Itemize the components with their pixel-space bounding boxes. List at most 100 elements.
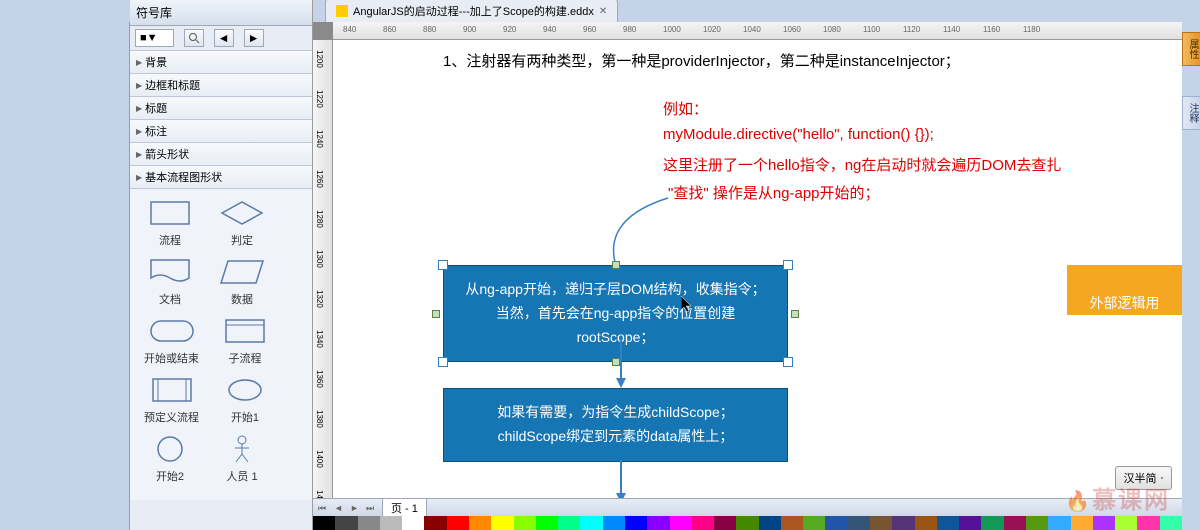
connection-handle[interactable] — [791, 310, 799, 318]
section-annotation[interactable]: ▶标注 — [130, 120, 312, 143]
connection-handle[interactable] — [612, 358, 620, 366]
color-swatch[interactable] — [1137, 516, 1159, 530]
section-background[interactable]: ▶背景 — [130, 51, 312, 74]
shape-person1[interactable]: 人员 1 — [216, 433, 268, 484]
example-note[interactable]: "查找" 操作是从ng-app开始的； — [668, 182, 880, 203]
arrow-right-button[interactable]: ► — [244, 29, 264, 47]
color-swatch[interactable] — [1093, 516, 1115, 530]
box2-line2: childScope绑定到元素的data属性上； — [464, 425, 767, 449]
color-swatch[interactable] — [424, 516, 446, 530]
search-shapes-button[interactable] — [184, 29, 204, 47]
section-basic-flowchart[interactable]: ▶基本流程图形状 — [130, 166, 312, 189]
color-swatch[interactable] — [402, 516, 424, 530]
flow-arrow — [620, 460, 622, 495]
section-border-title[interactable]: ▶边框和标题 — [130, 74, 312, 97]
color-swatch[interactable] — [781, 516, 803, 530]
watermark: 🔥慕课网 — [1065, 480, 1170, 515]
color-swatch[interactable] — [447, 516, 469, 530]
shape-start2[interactable]: 开始2 — [144, 433, 196, 484]
example-desc[interactable]: 这里注册了一个hello指令，ng在启动时就会遍历DOM去查扎 — [663, 154, 1061, 175]
flow-box-childscope[interactable]: 如果有需要，为指令生成childScope； childScope绑定到元素的d… — [443, 388, 788, 462]
shape-decision[interactable]: 判定 — [216, 197, 268, 248]
color-swatch[interactable] — [848, 516, 870, 530]
color-swatch[interactable] — [1026, 516, 1048, 530]
right-tab-comments[interactable]: 注释 — [1182, 96, 1200, 130]
shape-category-selector[interactable]: ■▼ — [135, 29, 174, 47]
shape-process[interactable]: 流程 — [144, 197, 196, 248]
page-tab[interactable]: 页 - 1 — [382, 498, 427, 518]
shape-subprocess[interactable]: 子流程 — [219, 315, 271, 366]
right-tab-properties[interactable]: 属性 — [1182, 32, 1200, 66]
color-swatch[interactable] — [647, 516, 669, 530]
color-swatch[interactable] — [870, 516, 892, 530]
search-icon — [188, 32, 200, 44]
color-swatch[interactable] — [1115, 516, 1137, 530]
shape-library-panel: 符号库 ■▼ ◄ ► ▶背景 ▶边框和标题 ▶标题 ▶标注 ▶箭头形状 ▶基本流… — [130, 0, 313, 530]
color-swatch[interactable] — [580, 516, 602, 530]
color-swatch[interactable] — [759, 516, 781, 530]
color-swatch[interactable] — [491, 516, 513, 530]
selection-handle[interactable] — [783, 357, 793, 367]
shape-predefined[interactable]: 预定义流程 — [144, 374, 199, 425]
color-swatch[interactable] — [825, 516, 847, 530]
flame-icon: 🔥 — [1065, 491, 1092, 513]
canvas-area: 840 860 880 900 920 940 960 980 1000 102… — [313, 22, 1182, 507]
color-swatch[interactable] — [536, 516, 558, 530]
color-swatch[interactable] — [736, 516, 758, 530]
selection-handle[interactable] — [783, 260, 793, 270]
arrow-left-button[interactable]: ◄ — [214, 29, 234, 47]
example-code[interactable]: myModule.directive("hello", function() {… — [663, 126, 934, 143]
first-page-button[interactable]: ⏮ — [318, 503, 328, 513]
color-swatch[interactable] — [313, 516, 335, 530]
color-swatch[interactable] — [803, 516, 825, 530]
section-title[interactable]: ▶标题 — [130, 97, 312, 120]
color-swatch[interactable] — [1048, 516, 1070, 530]
color-swatch[interactable] — [892, 516, 914, 530]
arrow-head-icon — [616, 378, 626, 388]
color-swatch[interactable] — [1071, 516, 1093, 530]
selection-handle[interactable] — [438, 260, 448, 270]
color-swatch[interactable] — [625, 516, 647, 530]
document-filename: AngularJS的启动过程---加上了Scope的构建.eddx — [353, 3, 594, 19]
color-swatch[interactable] — [915, 516, 937, 530]
shape-document[interactable]: 文档 — [144, 256, 196, 307]
shape-start1[interactable]: 开始1 — [219, 374, 271, 425]
example-label[interactable]: 例如： — [663, 98, 708, 119]
selection-handle[interactable] — [438, 357, 448, 367]
color-swatch[interactable] — [959, 516, 981, 530]
next-page-button[interactable]: ► — [350, 503, 360, 513]
color-swatch[interactable] — [558, 516, 580, 530]
canvas-content[interactable]: 1、注射器有两种类型，第一种是providerInjector，第二种是inst… — [333, 40, 1182, 507]
chevron-right-icon: ▶ — [136, 150, 142, 159]
horizontal-ruler: 840 860 880 900 920 940 960 980 1000 102… — [333, 22, 1182, 40]
far-left-panel — [0, 0, 130, 530]
color-swatch[interactable] — [603, 516, 625, 530]
section-arrow-shape[interactable]: ▶箭头形状 — [130, 143, 312, 166]
flow-box-ngapp[interactable]: 从ng-app开始，递归子层DOM结构，收集指令； 当然，首先会在ng-app指… — [443, 265, 788, 362]
flow-box-external[interactable]: 外部逻辑用mod — [1067, 265, 1182, 315]
color-swatch[interactable] — [937, 516, 959, 530]
color-swatch[interactable] — [981, 516, 1003, 530]
chevron-right-icon: ▶ — [136, 173, 142, 182]
color-swatch[interactable] — [358, 516, 380, 530]
shape-start-end[interactable]: 开始或结束 — [144, 315, 199, 366]
close-tab-icon[interactable]: ✕ — [599, 6, 607, 17]
color-swatch[interactable] — [692, 516, 714, 530]
last-page-button[interactable]: ⏭ — [366, 503, 376, 513]
color-swatch[interactable] — [380, 516, 402, 530]
color-swatch[interactable] — [714, 516, 736, 530]
color-swatch[interactable] — [469, 516, 491, 530]
shapes-grid: 流程 判定 文档 数据 开始或结束 子流程 — [130, 189, 312, 500]
prev-page-button[interactable]: ◄ — [334, 503, 344, 513]
document-tab[interactable]: AngularJS的启动过程---加上了Scope的构建.eddx ✕ — [325, 0, 618, 22]
color-swatch[interactable] — [514, 516, 536, 530]
color-swatch[interactable] — [670, 516, 692, 530]
color-swatch[interactable] — [1160, 516, 1182, 530]
title-text[interactable]: 1、注射器有两种类型，第一种是providerInjector，第二种是inst… — [443, 50, 960, 71]
color-swatch[interactable] — [1004, 516, 1026, 530]
chevron-right-icon: ▶ — [136, 127, 142, 136]
connection-handle[interactable] — [612, 261, 620, 269]
shape-data[interactable]: 数据 — [216, 256, 268, 307]
color-swatch[interactable] — [335, 516, 357, 530]
connection-handle[interactable] — [432, 310, 440, 318]
